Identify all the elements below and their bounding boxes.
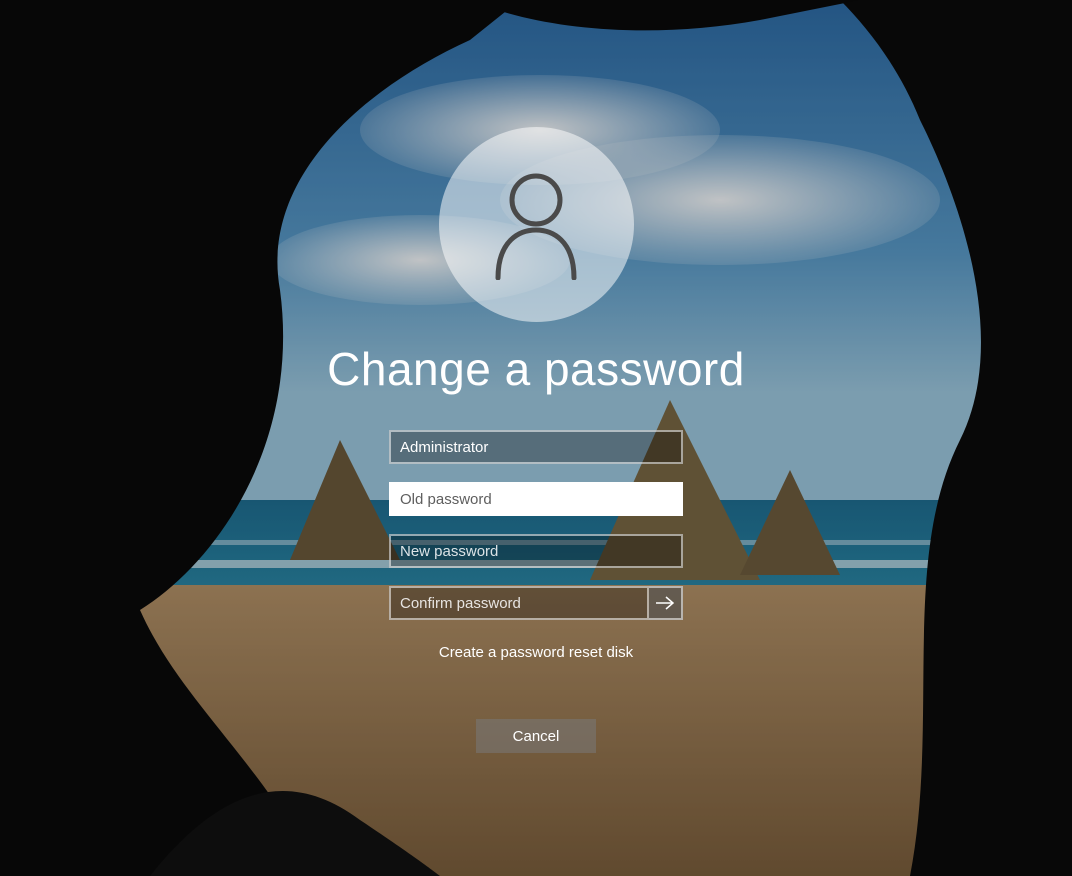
username-field[interactable] (389, 430, 683, 464)
new-password-field[interactable] (389, 534, 683, 568)
old-password-field[interactable] (389, 482, 683, 516)
new-password-field-wrap (389, 534, 683, 568)
submit-button[interactable] (649, 586, 683, 620)
confirm-password-field[interactable] (389, 586, 649, 620)
username-field-wrap (389, 430, 683, 464)
change-password-panel: Change a password Create a password rese… (0, 0, 1072, 876)
create-reset-disk-link[interactable]: Create a password reset disk (439, 644, 633, 661)
user-avatar (439, 127, 634, 322)
cancel-button[interactable]: Cancel (476, 719, 596, 753)
confirm-password-field-wrap (389, 586, 683, 620)
password-form (389, 430, 683, 620)
arrow-right-icon (655, 595, 675, 611)
user-icon (486, 170, 586, 280)
old-password-field-wrap (389, 482, 683, 516)
page-title: Change a password (327, 342, 745, 396)
